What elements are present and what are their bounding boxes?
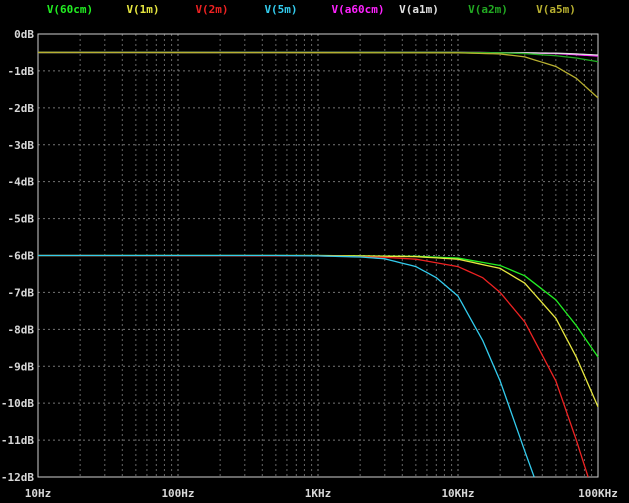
y-tick-label: -6dB — [8, 250, 35, 263]
y-tick-label: 0dB — [14, 28, 34, 41]
legend-entry-v-2m: V(2m) — [195, 3, 228, 16]
legend-entry-v-1m: V(1m) — [126, 3, 159, 16]
y-tick-label: -9dB — [8, 360, 35, 373]
x-tick-label: 10Hz — [25, 487, 52, 500]
y-axis-tick-labels: 0dB -1dB -2dB -3dB -4dB -5dB -6dB -7dB -8dB -9dB -… — [1, 28, 34, 484]
y-tick-label: -7dB — [8, 286, 35, 299]
y-tick-label: -4dB — [8, 176, 35, 189]
y-tick-label: -2dB — [8, 102, 35, 115]
x-tick-label: 100KHz — [578, 487, 618, 500]
legend-entry-v-a60cm: V(a60cm) — [332, 3, 385, 16]
x-axis-tick-labels: 10Hz 100Hz 1KHz 10KHz 100KHz — [25, 487, 618, 500]
y-tick-label: -11dB — [1, 434, 34, 447]
legend-entry-v-5m: V(5m) — [264, 3, 297, 16]
legend: V(60cm) V(1m) V(2m) V(5m) V(a60cm) V(a1m) V(a2… — [47, 3, 576, 16]
y-tick-label: -1dB — [8, 65, 35, 78]
legend-entry-v-a1m: V(a1m) — [399, 3, 439, 16]
legend-entry-v-a5m: V(a5m) — [536, 3, 576, 16]
y-tick-label: -12dB — [1, 471, 34, 484]
y-tick-label: -5dB — [8, 213, 35, 226]
x-tick-label: 1KHz — [305, 487, 332, 500]
y-tick-label: -3dB — [8, 139, 35, 152]
legend-entry-v-a2m: V(a2m) — [468, 3, 508, 16]
bode-plot: 0dB -1dB -2dB -3dB -4dB -5dB -6dB -7dB -8dB -9dB -… — [1, 3, 618, 500]
x-tick-label: 10KHz — [441, 487, 474, 500]
y-tick-label: -8dB — [8, 323, 35, 336]
x-tick-label: 100Hz — [161, 487, 194, 500]
legend-entry-v-60cm: V(60cm) — [47, 3, 93, 16]
y-tick-label: -10dB — [1, 397, 34, 410]
